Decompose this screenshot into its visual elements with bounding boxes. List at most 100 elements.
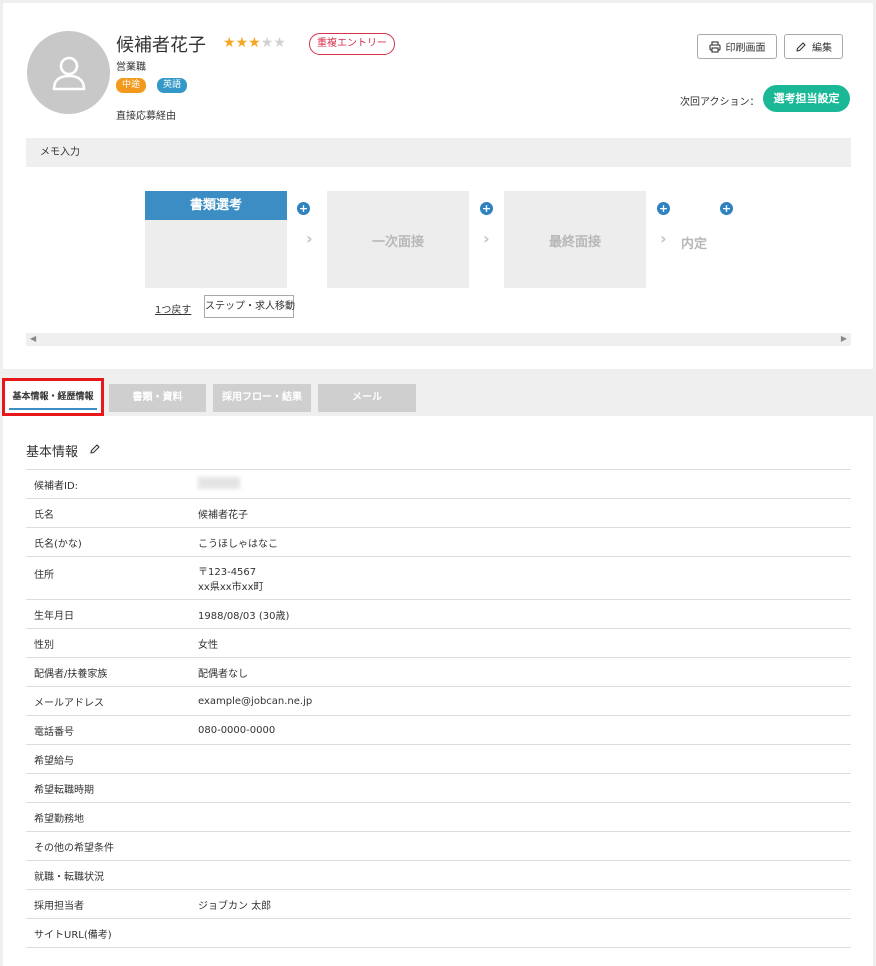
tab-mail[interactable]: メール [318,384,416,412]
star-icon[interactable]: ★ [248,35,261,51]
field-value: 配偶者なし [198,657,851,687]
field-label: 生年月日 [26,599,198,629]
flow-step-label: 書類選考 [145,191,287,220]
avatar [27,31,110,114]
edit-button[interactable]: 編集 [784,34,843,59]
field-value [198,918,851,948]
field-label: 希望給与 [26,744,198,774]
section-title: 基本情報 [26,445,79,460]
field-value: こうほしゃはなこ [198,527,851,557]
field-label: メールアドレス [26,686,198,716]
tag-badge: 英語 [157,78,188,93]
duplicate-entry-badge[interactable]: 重複エントリー [309,33,395,55]
flow-step-label: 一次面接 [371,235,424,250]
field-label: 就職・転職状況 [26,860,198,890]
field-value: example@jobcan.ne.jp [198,686,851,716]
next-action-label: 次回アクション： [680,97,760,108]
field-label: 氏名(かな) [26,527,198,557]
job-title: 営業職 [116,62,146,73]
candidate-name: 候補者花子 [116,35,206,56]
table-row: 希望転職時期 [26,773,851,803]
print-button[interactable]: 印刷画面 [697,34,777,59]
move-step-button[interactable]: ステップ・求人移動 [204,295,295,318]
horizontal-scrollbar[interactable]: ◀ ▶ [26,333,851,346]
basic-info-table: 候補者ID: 氏名 候補者花子 氏名(かな) こうほしゃはなこ 住所 〒123-… [26,469,851,948]
field-label: 電話番号 [26,715,198,745]
pencil-icon[interactable] [89,443,101,455]
table-row: 就職・転職状況 [26,860,851,890]
chevron-right-icon: › [660,229,667,248]
field-label: 住所 [26,556,198,600]
table-row: 希望給与 [26,744,851,774]
flow-step-label: 最終面接 [548,235,601,250]
table-row: 候補者ID: [26,469,851,499]
field-label: 配偶者/扶養家族 [26,657,198,687]
field-label: サイトURL(備考) [26,918,198,948]
table-row: 氏名(かな) こうほしゃはなこ [26,527,851,557]
flow-step-offer[interactable]: 内定 [681,233,707,252]
field-value: 候補者花子 [198,498,851,528]
postal-code: 〒123-4567 [198,567,257,578]
tab-basic-info[interactable]: 基本情報・経歴情報 [2,378,104,416]
chevron-right-icon: › [483,229,490,248]
table-row: 住所 〒123-4567 xx県xx市xx町 [26,556,851,600]
scroll-left-icon[interactable]: ◀ [30,334,36,343]
field-value: 〒123-4567 xx県xx市xx町 [198,556,851,600]
add-step-icon[interactable]: + [297,202,310,215]
star-icon[interactable]: ★ [223,35,236,51]
field-value [198,744,851,774]
table-row: 電話番号 080-0000-0000 [26,715,851,745]
field-value [198,802,851,832]
back-one-step-link[interactable]: 1つ戻す [155,301,191,316]
pencil-icon [796,41,806,52]
field-value: ジョブカン 太郎 [198,889,851,919]
field-label: 希望勤務地 [26,802,198,832]
table-row: 生年月日 1988/08/03 (30歳) [26,599,851,629]
tab-documents[interactable]: 書類・資料 [109,384,206,412]
star-icon[interactable]: ★ [261,35,274,51]
field-value: 080-0000-0000 [198,715,851,745]
field-value: 1988/08/03 (30歳) [198,599,851,629]
basic-info-card: 基本情報 候補者ID: 氏名 候補者花子 氏名(かな) こうほしゃはなこ 住所 … [3,416,873,966]
add-step-icon[interactable]: + [480,202,493,215]
field-value [198,860,851,890]
field-value [198,831,851,861]
table-row: 性別 女性 [26,628,851,658]
field-label: 氏名 [26,498,198,528]
application-route: 直接応募経由 [116,111,176,122]
tab-recruit-flow[interactable]: 採用フロー・結果 [213,384,311,412]
field-label: 候補者ID: [26,469,198,499]
user-icon [52,56,85,90]
field-value [198,469,851,499]
flow-step-document-screening[interactable]: 書類選考 [145,191,287,288]
table-row: 採用担当者 ジョブカン 太郎 [26,889,851,919]
field-label: 採用担当者 [26,889,198,919]
field-value [198,773,851,803]
table-row: メールアドレス example@jobcan.ne.jp [26,686,851,716]
scroll-right-icon[interactable]: ▶ [841,334,847,343]
table-row: 希望勤務地 [26,802,851,832]
candidate-header-card: 候補者花子 ★★★★★ 重複エントリー 営業職 中途 英語 直接応募経由 印刷画… [3,3,873,369]
star-icon[interactable]: ★ [236,35,249,51]
field-label: 性別 [26,628,198,658]
candidate-id-value [198,476,240,489]
table-row: その他の希望条件 [26,831,851,861]
star-icon[interactable]: ★ [273,35,286,51]
edit-button-label: 編集 [812,43,832,54]
field-label: 希望転職時期 [26,773,198,803]
address-line: xx県xx市xx町 [198,582,264,593]
add-step-icon[interactable]: + [720,202,733,215]
tag-badge: 中途 [116,78,147,93]
memo-input[interactable]: メモ入力 [26,138,851,167]
assign-selector-button[interactable]: 選考担当設定 [763,85,850,112]
printer-icon [708,40,721,53]
table-row: サイトURL(備考) [26,918,851,948]
table-row: 配偶者/扶養家族 配偶者なし [26,657,851,687]
tab-label: 基本情報・経歴情報 [12,392,94,402]
flow-step-final-interview[interactable]: 最終面接 [504,191,646,288]
chevron-right-icon: › [306,229,313,248]
rating-stars[interactable]: ★★★★★ [223,35,286,51]
table-row: 氏名 候補者花子 [26,498,851,528]
add-step-icon[interactable]: + [657,202,670,215]
flow-step-first-interview[interactable]: 一次面接 [327,191,469,288]
